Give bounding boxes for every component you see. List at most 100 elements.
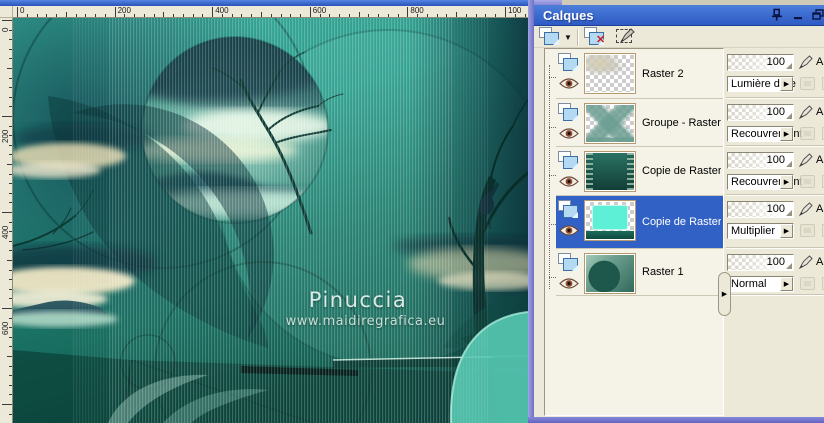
opacity-grip-icon [786,263,792,269]
opacity-grip-icon [786,113,792,119]
brush-link-icon[interactable] [797,254,814,271]
minimize-icon[interactable] [791,8,807,23]
layer-thumbnail[interactable] [584,253,636,294]
blend-mode-value: Multiplier [731,225,776,237]
watermark-title: Pinuccia [308,288,408,312]
canvas-artwork [13,18,528,423]
opacity-value: 100 [766,154,785,166]
palette-title: Calques [543,8,594,23]
visibility-eye-icon[interactable] [559,277,579,290]
lock-transparency-label[interactable]: A [816,256,823,268]
visibility-eye-icon[interactable] [559,127,579,140]
delete-x-icon: ✕ [596,34,606,46]
dropdown-arrow-icon[interactable]: ▶ [780,277,793,291]
layer-name: Copie de Raster 1 [642,216,721,228]
layer-name: Groupe - Raster 2 [642,116,721,129]
opacity-slider[interactable]: 100 [727,152,794,169]
dropdown-arrow-icon[interactable]: ▶ [780,175,793,189]
canvas[interactable]: Pinuccia www.maidiregrafica.eu [13,18,528,423]
delete-layer-button[interactable]: ✕ [584,27,610,48]
layer-name: Raster 2 [642,67,684,80]
opacity-slider[interactable]: 100 [727,254,794,271]
opacity-grip-icon [786,210,792,216]
layer-thumbnail[interactable] [584,53,636,94]
lock-transparency-label[interactable]: A [816,106,823,118]
layer-row[interactable]: Copie de Raster 1 [549,147,723,196]
new-layer-button[interactable]: ▼ [539,27,573,48]
raster-layer-icon [558,253,580,272]
toolbar-separator [577,29,579,46]
layer-row[interactable]: Copie de Raster 1 [549,196,723,249]
lock-transparency-label[interactable]: A [816,203,823,215]
edit-selection-icon [616,27,636,45]
dropdown-arrow-icon[interactable]: ▶ [780,127,793,141]
blend-mode-dropdown[interactable]: Normal ▶ [727,276,794,292]
layer-controls-row: 100 A Multiplier ▶ [726,195,824,248]
link-toggle-icon-disabled [800,224,815,237]
layer-thumbnail[interactable] [584,200,636,241]
opacity-value: 100 [766,106,785,118]
blend-mode-dropdown[interactable]: Multiplier ▶ [727,223,794,239]
restore-icon[interactable] [811,8,824,23]
link-toggle-icon-disabled [800,277,815,290]
visibility-eye-icon[interactable] [559,175,579,188]
blend-mode-dropdown[interactable]: Lumière dure ▶ [727,76,796,92]
dropdown-arrow-icon[interactable]: ▶ [780,77,793,91]
layer-controls-row: 100 A Recouvrement ▶ [726,146,824,195]
visibility-eye-icon[interactable] [559,224,579,237]
opacity-grip-icon [786,63,792,69]
opacity-slider[interactable]: 100 [727,104,794,121]
opacity-value: 100 [766,56,785,68]
blend-mode-value: Normal [731,278,767,290]
visibility-eye-icon[interactable] [559,77,579,90]
palette-titlebar[interactable]: Calques [534,5,824,26]
opacity-value: 100 [766,256,785,268]
layer-name: Raster 1 [642,266,684,278]
layer-controls-row: 100 A Normal ▶ [726,248,824,295]
app-root: 0 200 400 600 800 100 0 200 400 600 Pinu… [0,0,824,423]
new-layer-icon [539,27,561,46]
layer-thumbnail[interactable] [584,103,636,144]
brush-link-icon[interactable] [797,152,814,169]
blend-mode-dropdown[interactable]: Recouvrement ▶ [727,126,803,142]
opacity-slider[interactable]: 100 [727,54,794,71]
opacity-grip-icon [786,161,792,167]
dropdown-arrow-icon[interactable]: ▶ [780,224,793,238]
ruler-corner [0,6,13,18]
raster-layer-icon [558,103,580,122]
brush-link-icon[interactable] [797,201,814,218]
layer-controls-row: 100 A Recouvrement ▶ [726,98,824,146]
layer-controls: 100 A Lumière dure ▶ 100 A Recouvrement … [726,48,824,416]
layer-controls-row: 100 A Lumière dure ▶ [726,48,824,98]
layer-row[interactable]: Raster 2 [549,49,723,99]
layer-name: Copie de Raster 1 [642,165,721,177]
ruler-horizontal: 0 200 400 600 800 100 [13,6,528,18]
brush-link-icon[interactable] [797,104,814,121]
brush-link-icon[interactable] [797,54,814,71]
link-toggle-icon-disabled [800,175,815,188]
new-layer-dropdown-arrow-icon[interactable]: ▼ [564,34,572,42]
layer-row[interactable]: Raster 1 [549,249,723,296]
raster-layer-icon [558,53,580,72]
lock-transparency-label[interactable]: A [816,56,823,68]
ruler-vertical: 0 200 400 600 [0,18,13,423]
palette-bottom-frame [528,417,824,423]
layers-palette: Calques ▼ ✕ Raster 2 Groupe - Raster Cop… [528,0,824,423]
palette-toolbar: ▼ ✕ [534,26,824,48]
layer-thumbnail[interactable] [584,151,636,192]
opacity-slider[interactable]: 100 [727,201,794,218]
raster-layer-icon [558,151,580,170]
blend-mode-dropdown[interactable]: Recouvrement ▶ [727,174,803,190]
link-toggle-icon-disabled [800,127,815,140]
opacity-value: 100 [766,203,785,215]
raster-layer-icon [558,200,580,219]
lock-transparency-label[interactable]: A [816,154,823,166]
layer-list: Raster 2 Groupe - Raster 2 Copie de Rast… [544,48,724,416]
edit-selection-button[interactable] [616,27,640,48]
layer-row[interactable]: Groupe - Raster 2 [549,99,723,147]
splitter-arrow-icon: ▶ [721,291,728,298]
watermark-url: www.maidiregrafica.eu [285,314,446,329]
palette-body: ▼ ✕ Raster 2 Groupe - Raster Copie de Ra… [534,26,824,417]
pin-icon[interactable] [770,8,786,23]
panel-splitter-handle[interactable]: ▶ [718,272,731,316]
